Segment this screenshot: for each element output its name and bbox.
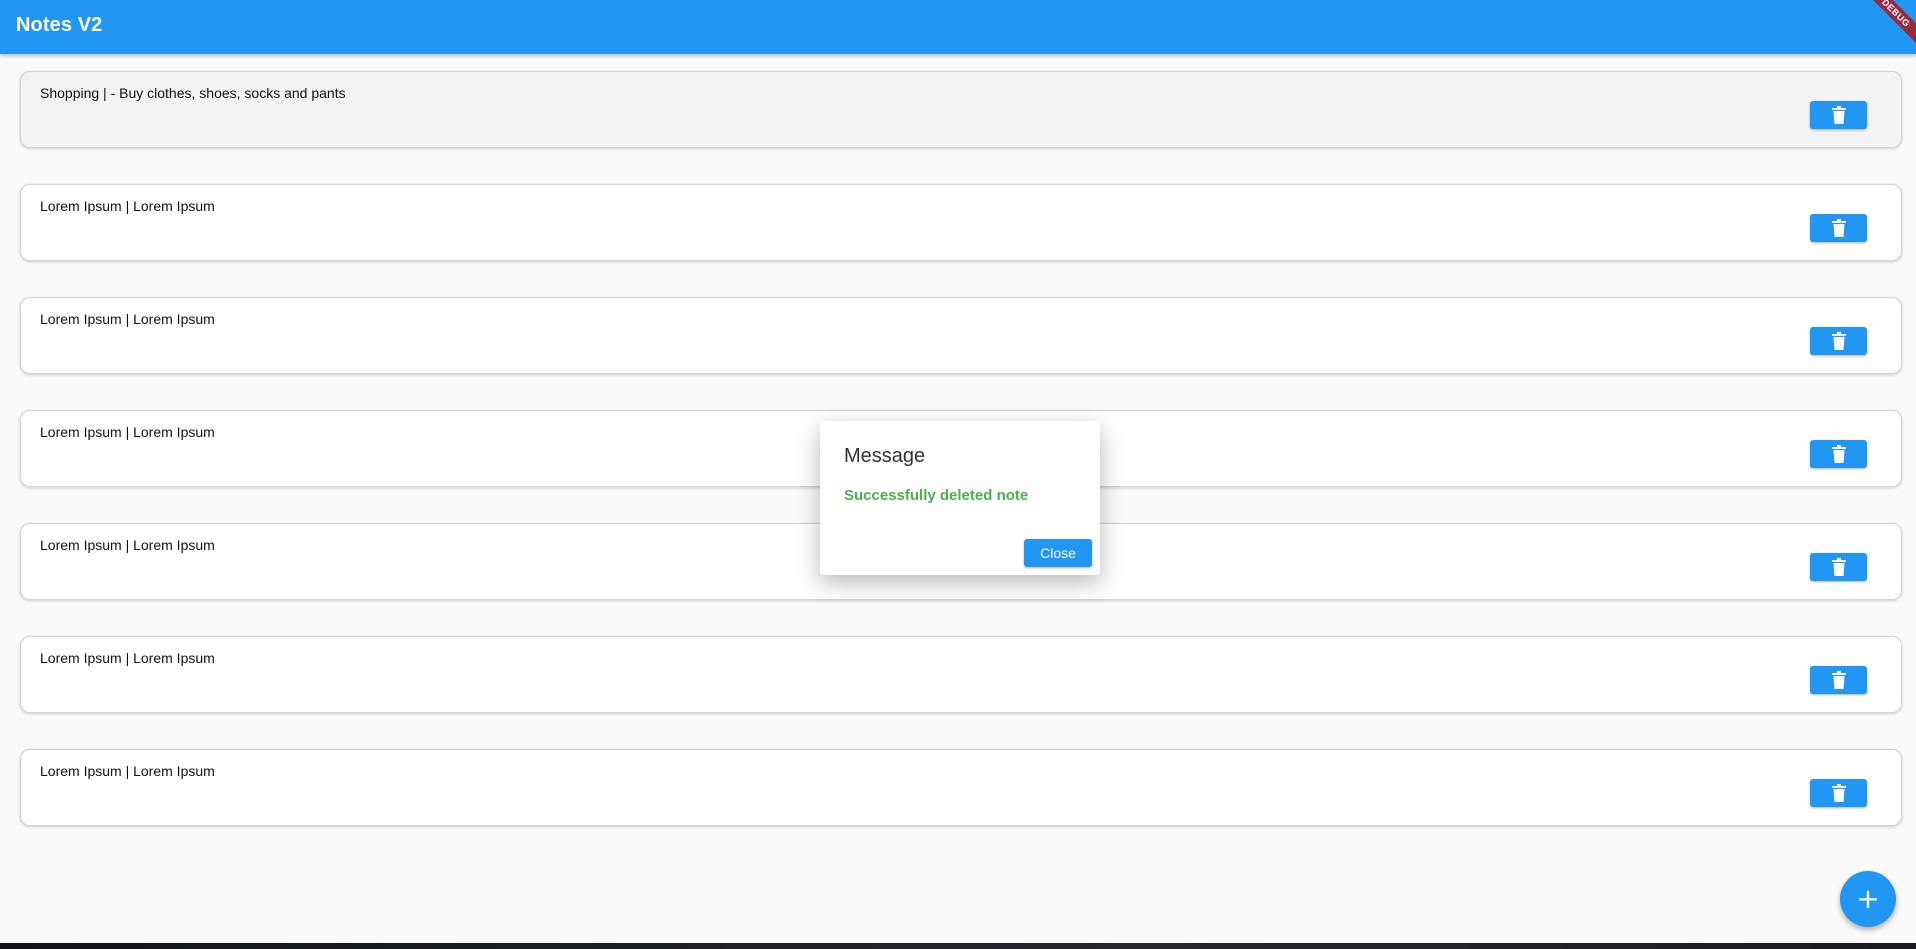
- delete-note-button[interactable]: [1810, 779, 1867, 807]
- trash-icon: [1831, 784, 1846, 802]
- app-bar: Notes V2 DEBUG: [0, 0, 1916, 54]
- note-text: Lorem Ipsum | Lorem Ipsum: [40, 537, 215, 553]
- note-card[interactable]: Shopping | - Buy clothes, shoes, socks a…: [20, 71, 1902, 148]
- trash-icon: [1831, 445, 1846, 463]
- message-dialog: Message Successfully deleted note Close: [820, 421, 1100, 575]
- trash-icon: [1831, 558, 1846, 576]
- delete-note-button[interactable]: [1810, 327, 1867, 355]
- plus-icon: +: [1856, 882, 1880, 915]
- note-card[interactable]: Lorem Ipsum | Lorem Ipsum: [20, 749, 1902, 826]
- delete-note-button[interactable]: [1810, 666, 1867, 694]
- add-note-button[interactable]: +: [1840, 871, 1896, 927]
- note-text: Lorem Ipsum | Lorem Ipsum: [40, 650, 215, 666]
- dialog-message: Successfully deleted note: [844, 487, 1029, 504]
- note-card[interactable]: Lorem Ipsum | Lorem Ipsum: [20, 636, 1902, 713]
- app-title: Notes V2: [16, 14, 103, 36]
- delete-note-button[interactable]: [1810, 214, 1867, 242]
- dialog-title: Message: [844, 445, 926, 467]
- note-text: Shopping | - Buy clothes, shoes, socks a…: [40, 85, 346, 101]
- delete-note-button[interactable]: [1810, 440, 1867, 468]
- note-text: Lorem Ipsum | Lorem Ipsum: [40, 424, 215, 440]
- note-text: Lorem Ipsum | Lorem Ipsum: [40, 311, 215, 327]
- close-button[interactable]: Close: [1024, 539, 1092, 567]
- delete-note-button[interactable]: [1810, 101, 1867, 129]
- trash-icon: [1831, 219, 1846, 237]
- note-card[interactable]: Lorem Ipsum | Lorem Ipsum: [20, 297, 1902, 374]
- trash-icon: [1831, 671, 1846, 689]
- taskbar-strip: [0, 943, 1916, 949]
- trash-icon: [1831, 106, 1846, 124]
- delete-note-button[interactable]: [1810, 553, 1867, 581]
- trash-icon: [1831, 332, 1846, 350]
- note-card[interactable]: Lorem Ipsum | Lorem Ipsum: [20, 184, 1902, 261]
- note-text: Lorem Ipsum | Lorem Ipsum: [40, 198, 215, 214]
- debug-banner: DEBUG: [1862, 0, 1916, 47]
- note-text: Lorem Ipsum | Lorem Ipsum: [40, 763, 215, 779]
